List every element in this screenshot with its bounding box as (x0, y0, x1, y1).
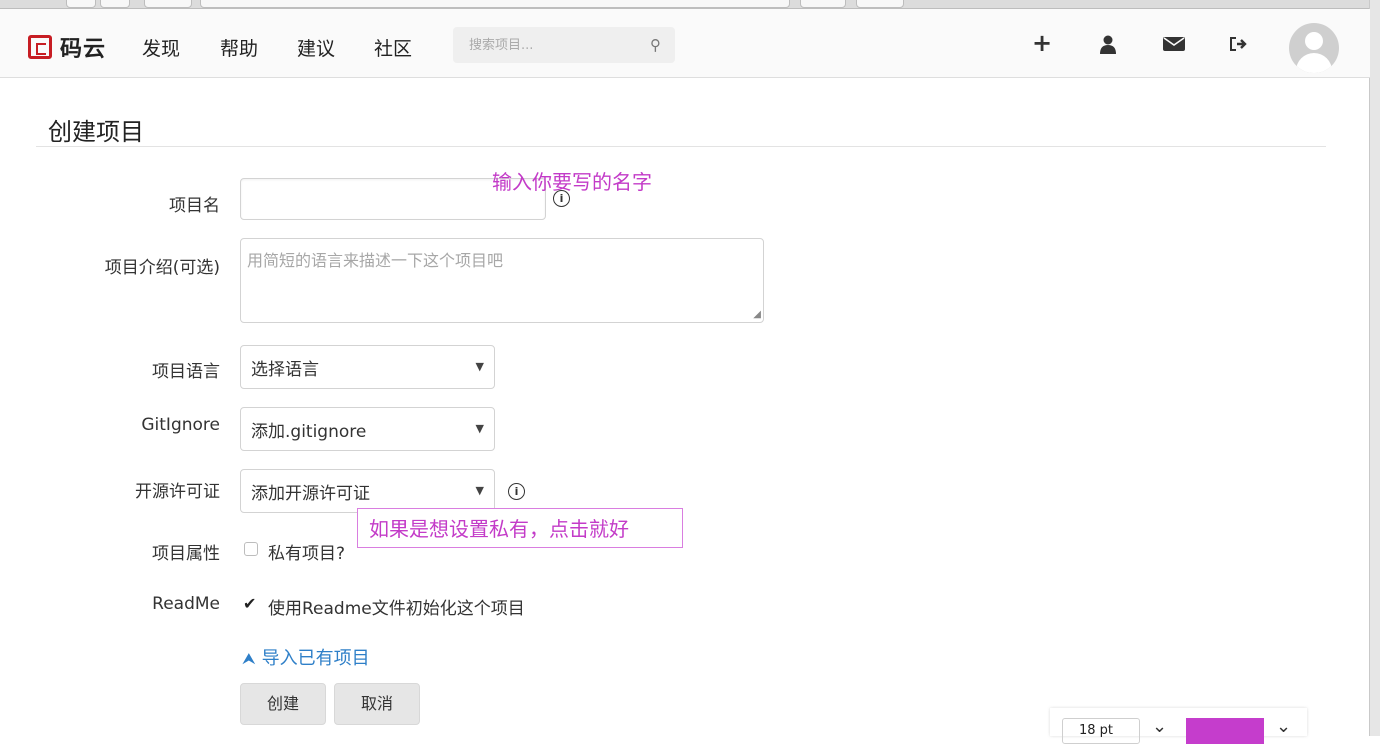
logout-icon[interactable] (1229, 35, 1249, 55)
avatar-head (1305, 32, 1323, 50)
project-language-label: 项目语言 (152, 362, 220, 382)
sidebar-button[interactable] (144, 0, 192, 8)
tabs-button[interactable] (856, 0, 904, 8)
gitignore-label: GitIgnore (141, 415, 220, 435)
font-size-field[interactable]: 18 pt (1062, 718, 1140, 744)
readme-label: ReadMe (152, 594, 220, 614)
page-title: 创建项目 (48, 118, 144, 146)
private-checkbox-label[interactable]: 私有项目? (268, 539, 345, 564)
language-select[interactable]: 选择语言 ▼ (240, 345, 495, 389)
project-property-label: 项目属性 (152, 544, 220, 564)
browser-toolbar (0, 0, 1380, 9)
search-input[interactable] (467, 36, 641, 54)
cancel-button[interactable]: 取消 (334, 683, 420, 725)
chevron-down-icon[interactable]: ⌄ (1152, 716, 1167, 737)
window-edge (1369, 0, 1380, 736)
annotation-toolbar: 18 pt ⌄ ⌄ (1050, 708, 1307, 744)
title-divider (36, 146, 1326, 147)
license-info-icon[interactable]: i (508, 483, 525, 500)
mail-icon[interactable] (1163, 35, 1185, 55)
gitignore-select-value: 添加.gitignore (251, 421, 367, 442)
chevron-down-icon: ▼ (475, 360, 484, 373)
color-swatch[interactable] (1186, 718, 1264, 744)
project-name-label: 项目名 (169, 196, 220, 216)
gitignore-select[interactable]: 添加.gitignore ▼ (240, 407, 495, 451)
plus-icon[interactable]: + (1032, 31, 1052, 55)
nav-link-suggest[interactable]: 建议 (297, 34, 335, 61)
nav-link-help[interactable]: 帮助 (220, 34, 258, 61)
search-box: ⚲ (453, 27, 675, 63)
import-project-link[interactable]: ⮝ 导入已有项目 (242, 644, 370, 670)
project-description-label: 项目介绍(可选) (104, 258, 220, 278)
address-bar[interactable] (200, 0, 790, 8)
upload-icon: ⮝ (242, 649, 256, 668)
share-button[interactable] (800, 0, 846, 8)
license-label: 开源许可证 (135, 482, 220, 502)
avatar-body (1296, 53, 1332, 73)
private-checkbox[interactable] (244, 542, 258, 556)
annotation-name-hint: 输入你要写的名字 (492, 170, 652, 194)
resize-grip-icon[interactable]: ◢ (753, 310, 761, 320)
search-icon[interactable]: ⚲ (650, 36, 661, 54)
annotation-private-hint: 如果是想设置私有，点击就好 (357, 508, 683, 548)
top-navbar: 码云 发现 帮助 建议 社区 ⚲ + (0, 9, 1370, 78)
readme-checkbox-label[interactable]: 使用Readme文件初始化这个项目 (268, 594, 525, 619)
license-select[interactable]: 添加开源许可证 ▼ (240, 469, 495, 513)
nav-link-community[interactable]: 社区 (374, 34, 412, 61)
avatar[interactable] (1289, 23, 1339, 73)
brand-logo[interactable]: 码云 (28, 31, 106, 63)
chevron-down-icon: ▼ (475, 484, 484, 497)
license-select-value: 添加开源许可证 (251, 483, 370, 504)
chevron-down-icon[interactable]: ⌄ (1276, 716, 1291, 737)
forward-button[interactable] (100, 0, 130, 8)
chevron-down-icon: ▼ (475, 422, 484, 435)
language-select-value: 选择语言 (251, 359, 319, 380)
logo-mark-icon (28, 35, 52, 59)
import-project-text: 导入已有项目 (261, 648, 370, 669)
nav-link-discover[interactable]: 发现 (142, 34, 180, 61)
project-description-textarea[interactable]: 用简短的语言来描述一下这个项目吧 ◢ (240, 238, 764, 323)
brand-name: 码云 (60, 37, 107, 62)
user-icon[interactable] (1099, 35, 1117, 58)
description-placeholder: 用简短的语言来描述一下这个项目吧 (247, 251, 504, 270)
create-button[interactable]: 创建 (240, 683, 326, 725)
readme-checkbox[interactable]: ✔ (243, 594, 256, 613)
back-button[interactable] (66, 0, 96, 8)
